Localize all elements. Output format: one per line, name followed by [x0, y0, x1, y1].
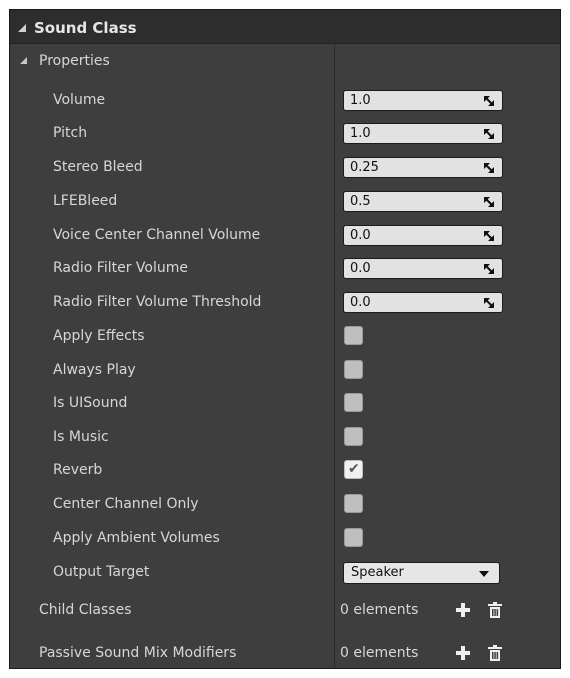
details-panel: Sound Class Properties Volume 1.0 Pitch … [9, 9, 561, 669]
spin-arrows-icon[interactable] [484, 129, 494, 139]
chevron-down-icon[interactable] [479, 571, 489, 577]
voice-center-channel-volume-numeric-field[interactable]: 0.0 [343, 225, 503, 246]
center-channel-only-checkbox[interactable] [344, 494, 363, 513]
property-label: LFEBleed [53, 193, 118, 209]
property-row-pitch: Pitch 1.0 [10, 116, 560, 150]
property-row-output-target: Output Target Speaker [10, 555, 560, 589]
plus-icon[interactable] [456, 603, 470, 617]
lfebleed-numeric-field[interactable]: 0.5 [343, 191, 503, 212]
property-row-stereo-bleed: Stereo Bleed 0.25 [10, 150, 560, 184]
property-label: Output Target [53, 564, 150, 580]
property-label: Reverb [53, 462, 103, 478]
field-value: 0.0 [350, 261, 371, 276]
collapse-triangle-icon[interactable] [20, 57, 27, 64]
property-label: Is Music [53, 429, 109, 445]
output-target-dropdown[interactable]: Speaker [343, 562, 500, 584]
spin-arrows-icon[interactable] [484, 96, 494, 106]
property-label: Pitch [53, 125, 88, 141]
is-uisound-checkbox[interactable] [344, 393, 363, 412]
property-label: Always Play [53, 362, 136, 378]
property-label: Is UISound [53, 395, 128, 411]
always-play-checkbox[interactable] [344, 360, 363, 379]
spin-arrows-icon[interactable] [484, 163, 494, 173]
section-title: Sound Class [34, 19, 137, 37]
property-row-center-channel-only: Center Channel Only [10, 487, 560, 521]
apply-ambient-volumes-checkbox[interactable] [344, 528, 363, 547]
spin-arrows-icon[interactable] [484, 298, 494, 308]
dropdown-value: Speaker [351, 565, 404, 580]
category-label: Properties [39, 53, 110, 69]
property-label: Apply Effects [53, 328, 145, 344]
property-row-voice-center-channel-volume: Voice Center Channel Volume 0.0 [10, 218, 560, 252]
field-value: 1.0 [350, 126, 371, 141]
field-value: 0.5 [350, 194, 371, 209]
trash-icon[interactable] [488, 602, 502, 618]
property-row-is-uisound: Is UISound [10, 386, 560, 420]
property-row-always-play: Always Play [10, 353, 560, 387]
spin-arrows-icon[interactable] [484, 231, 494, 241]
property-label: Child Classes [39, 602, 132, 618]
apply-effects-checkbox[interactable] [344, 326, 363, 345]
property-label: Radio Filter Volume Threshold [53, 294, 262, 310]
section-header-sound-class[interactable]: Sound Class [10, 10, 560, 44]
property-row-volume: Volume 1.0 [10, 83, 560, 117]
element-count: 0 elements [340, 602, 419, 618]
radio-filter-volume-numeric-field[interactable]: 0.0 [343, 258, 503, 279]
property-row-reverb: Reverb ✔ [10, 453, 560, 487]
property-row-radio-filter-volume: Radio Filter Volume 0.0 [10, 251, 560, 285]
collapse-triangle-icon[interactable] [18, 24, 26, 32]
volume-numeric-field[interactable]: 1.0 [343, 90, 503, 111]
field-value: 0.0 [350, 228, 371, 243]
element-count: 0 elements [340, 645, 419, 661]
is-music-checkbox[interactable] [344, 427, 363, 446]
property-label: Apply Ambient Volumes [53, 530, 220, 546]
property-label: Voice Center Channel Volume [53, 227, 261, 243]
property-label: Passive Sound Mix Modifiers [39, 645, 237, 661]
property-label: Volume [53, 92, 106, 108]
field-value: 0.25 [350, 160, 379, 175]
property-label: Radio Filter Volume [53, 260, 188, 276]
trash-icon[interactable] [488, 645, 502, 661]
stereo-bleed-numeric-field[interactable]: 0.25 [343, 157, 503, 178]
plus-icon[interactable] [456, 646, 470, 660]
property-row-apply-effects: Apply Effects [10, 319, 560, 353]
property-row-radio-filter-volume-threshold: Radio Filter Volume Threshold 0.0 [10, 285, 560, 319]
property-row-child-classes: Child Classes 0 elements [10, 593, 560, 627]
radio-filter-volume-threshold-numeric-field[interactable]: 0.0 [343, 292, 503, 313]
property-row-is-music: Is Music [10, 420, 560, 454]
properties-category[interactable]: Properties [10, 44, 560, 78]
field-value: 1.0 [350, 93, 371, 108]
property-row-lfebleed: LFEBleed 0.5 [10, 184, 560, 218]
checkmark-icon: ✔ [348, 461, 360, 477]
reverb-checkbox[interactable]: ✔ [344, 460, 363, 479]
property-label: Stereo Bleed [53, 159, 143, 175]
pitch-numeric-field[interactable]: 1.0 [343, 123, 503, 144]
spin-arrows-icon[interactable] [484, 197, 494, 207]
spin-arrows-icon[interactable] [484, 264, 494, 274]
property-row-apply-ambient-volumes: Apply Ambient Volumes [10, 521, 560, 555]
property-row-passive-sound-mix-modifiers: Passive Sound Mix Modifiers 0 elements [10, 636, 560, 668]
field-value: 0.0 [350, 295, 371, 310]
property-label: Center Channel Only [53, 496, 199, 512]
